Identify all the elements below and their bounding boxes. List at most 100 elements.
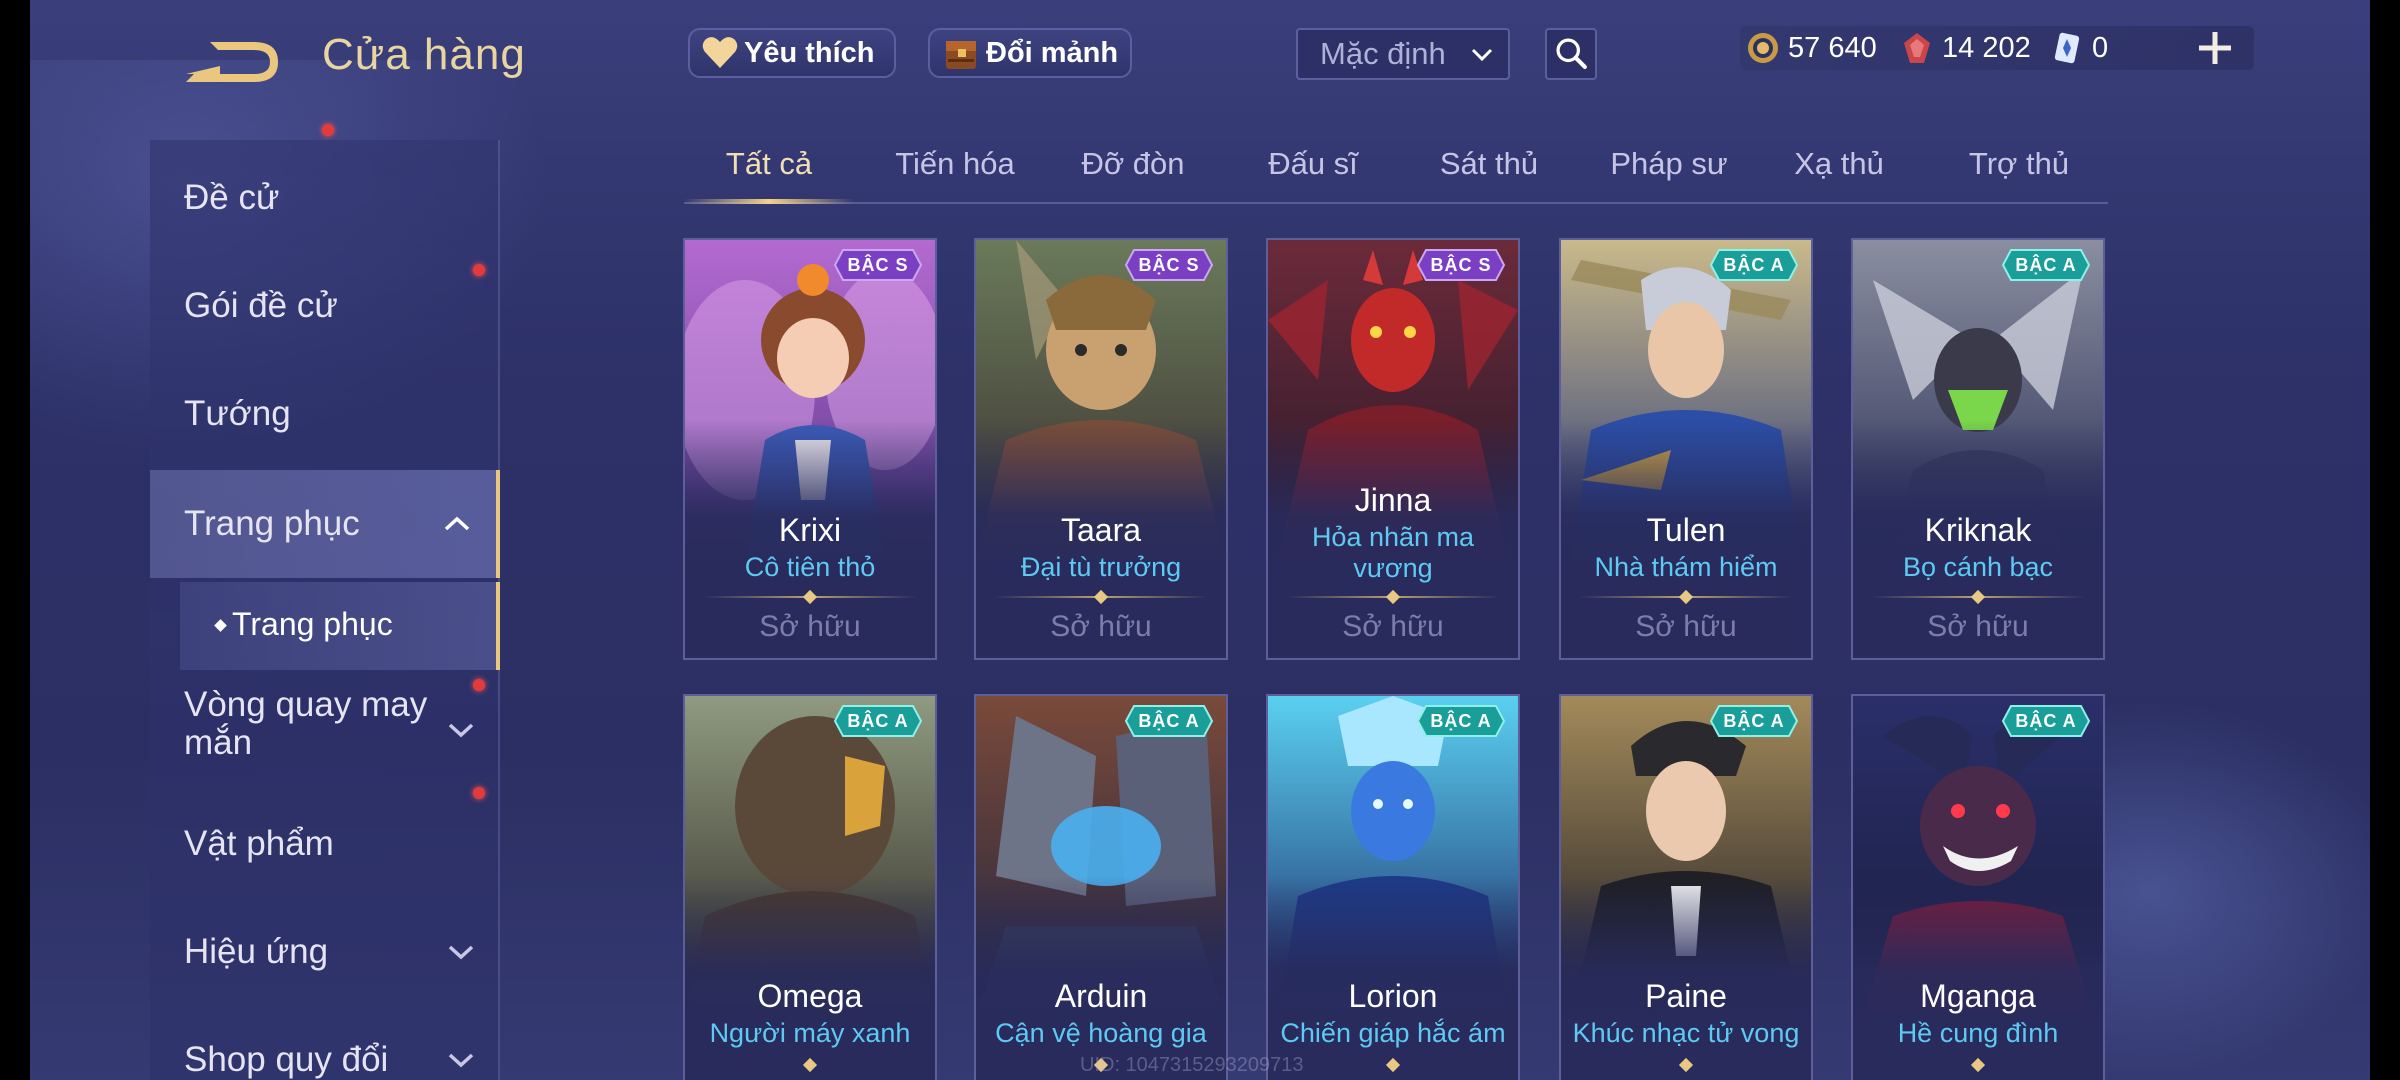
user-id-watermark: UID: 1047315293209713 (1080, 1054, 1304, 1076)
separator-gem (1678, 589, 1694, 605)
sidebar-item-lucky-wheel[interactable]: Vòng quay may mắn (150, 670, 500, 790)
gold-amount: 57 640 (1788, 31, 1877, 64)
hero-name: Jinna (1354, 482, 1432, 518)
sidebar-item-label: Trang phục (184, 504, 360, 543)
notification-dot (473, 264, 485, 276)
back-arrow-icon[interactable] (180, 30, 284, 90)
screen-edge (0, 0, 30, 1080)
skin-card[interactable]: BẬC S Taara Đại tù trưởng Sở hữu (974, 238, 1228, 660)
tier-badge-wrap: BẬC S (1124, 248, 1214, 282)
hero-name: Arduin (1054, 978, 1148, 1014)
tab-assassin[interactable]: Sát thủ (1404, 146, 1574, 202)
sidebar-item-exchange-shop[interactable]: Shop quy đổi (150, 1006, 500, 1080)
tab-evolution[interactable]: Tiến hóa (870, 146, 1040, 202)
gold-currency: 57 640 (1746, 26, 1877, 70)
red-gem-icon (1904, 33, 1930, 63)
skin-name: Hỏa nhãn ma vương (1311, 522, 1475, 583)
skin-card[interactable]: BẬC S Krixi Cô tiên thỏ Sở hữu (683, 238, 937, 660)
sidebar-item-recommended[interactable]: Đề cử (150, 140, 500, 248)
sidebar-item-heroes[interactable]: Tướng (150, 356, 500, 464)
tier-badge-wrap: BẬC A (1416, 704, 1506, 738)
sidebar-subitem-skins[interactable]: Trang phục (180, 582, 500, 670)
hero-name: Mganga (1920, 978, 2036, 1014)
sidebar-item-label: Tướng (184, 394, 291, 433)
skin-card[interactable]: BẬC A Mganga Hề cung đình (1851, 694, 2105, 1080)
screen-edge (2370, 0, 2400, 1080)
notification-dot (473, 787, 485, 799)
skin-name: Hề cung đình (1897, 1018, 2059, 1048)
voucher-amount: 14 202 (1942, 31, 2031, 64)
notification-dot (322, 124, 334, 136)
card-amount: 0 (2092, 31, 2109, 64)
sidebar-item-label: Đề cử (184, 178, 280, 217)
skin-name: Người máy xanh (709, 1018, 911, 1048)
tier-badge-wrap: BẬC A (2001, 248, 2091, 282)
separator-gem (1093, 589, 1109, 605)
chevron-down-icon (448, 723, 474, 738)
tier-badge-wrap: BẬC S (1416, 248, 1506, 282)
heart-icon (702, 37, 738, 68)
voucher-currency: 14 202 (1900, 26, 2031, 70)
tier-label: BẬC S (1430, 255, 1492, 275)
sidebar-subitem-label: Trang phục (232, 606, 393, 642)
skin-card[interactable]: BẬC A Omega Người máy xanh (683, 694, 937, 1080)
separator-gem (802, 1057, 818, 1073)
tab-all[interactable]: Tất cả (684, 146, 854, 202)
tab-marksman[interactable]: Xạ thủ (1754, 146, 1924, 202)
tier-label: BẬC A (2015, 711, 2077, 731)
tier-label: BẬC S (1138, 255, 1200, 275)
separator-gem (1970, 1057, 1986, 1073)
hero-name: Lorion (1348, 978, 1438, 1014)
sort-dropdown[interactable]: Mặc định (1296, 28, 1510, 80)
hero-name: Tulen (1646, 512, 1726, 548)
skin-name: Cận vệ hoàng gia (995, 1018, 1207, 1048)
skin-name: Bọ cánh bạc (1902, 552, 2054, 582)
tier-label: BẬC A (1430, 711, 1492, 731)
skin-card[interactable]: BẬC S Jinna Hỏa nhãn ma vương Sở hữu (1266, 238, 1520, 660)
hero-name: Omega (757, 978, 863, 1014)
sidebar-item-label: Shop quy đổi (184, 1040, 389, 1079)
hero-name: Taara (1060, 512, 1142, 548)
skin-card[interactable]: BẬC A Lorion Chiến giáp hắc ám (1266, 694, 1520, 1080)
separator-gem (802, 589, 818, 605)
skin-card[interactable]: BẬC A Kriknak Bọ cánh bạc Sở hữu (1851, 238, 2105, 660)
tab-tank[interactable]: Đỡ đòn (1048, 146, 1218, 202)
search-icon[interactable] (1545, 28, 1597, 80)
chevron-down-icon (448, 945, 474, 960)
card-icon (2054, 32, 2080, 64)
skin-card[interactable]: BẬC A Arduin Cận vệ hoàng gia (974, 694, 1228, 1080)
skin-card[interactable]: BẬC A Paine Khúc nhạc tử vong (1559, 694, 1813, 1080)
sidebar-item-effects[interactable]: Hiệu ứng (150, 898, 500, 1006)
skin-name: Đại tù trưởng (1020, 552, 1182, 582)
tab-support[interactable]: Trợ thủ (1934, 146, 2104, 202)
owned-status: Sở hữu (1635, 610, 1737, 643)
currency-bar: 57 640 14 202 0 (1740, 26, 2254, 70)
sidebar-item-label: Gói đề cử (184, 286, 338, 325)
treasure-chest-icon (946, 41, 976, 69)
gold-coin-icon (1748, 33, 1778, 63)
skin-name: Khúc nhạc tử vong (1572, 1018, 1800, 1048)
tier-label: BẬC A (1138, 711, 1200, 731)
chevron-up-icon (444, 516, 470, 531)
sidebar-item-skins[interactable]: Trang phục (150, 470, 500, 578)
favorites-button[interactable]: Yêu thích (688, 28, 896, 78)
sidebar-item-items[interactable]: Vật phẩm (150, 790, 500, 898)
shard-exchange-button[interactable]: Đổi mảnh (928, 28, 1132, 78)
tab-fighter[interactable]: Đấu sĩ (1228, 146, 1398, 202)
page-title: Cửa hàng (322, 30, 526, 79)
skin-card[interactable]: BẬC A Tulen Nhà thám hiểm Sở hữu (1559, 238, 1813, 660)
tier-label: BẬC A (2015, 255, 2077, 275)
sidebar-item-bundles[interactable]: Gói đề cử (150, 124, 500, 356)
tab-mage[interactable]: Pháp sư (1584, 146, 1754, 202)
active-tab-indicator (684, 199, 854, 204)
sidebar-item-label: Hiệu ứng (184, 932, 329, 971)
tier-badge-wrap: BẬC A (1709, 704, 1799, 738)
sidebar: Đề cử Gói đề cử Tướng Trang phục Trang p… (150, 124, 500, 1080)
tier-badge-wrap: BẬC A (1709, 248, 1799, 282)
shard-exchange-label: Đổi mảnh (986, 36, 1119, 69)
sort-value: Mặc định (1320, 36, 1446, 71)
favorites-label: Yêu thích (744, 36, 875, 69)
sidebar-item-label: Vật phẩm (184, 824, 334, 863)
add-currency-icon[interactable] (2195, 28, 2235, 68)
separator-gem (1678, 1057, 1694, 1073)
